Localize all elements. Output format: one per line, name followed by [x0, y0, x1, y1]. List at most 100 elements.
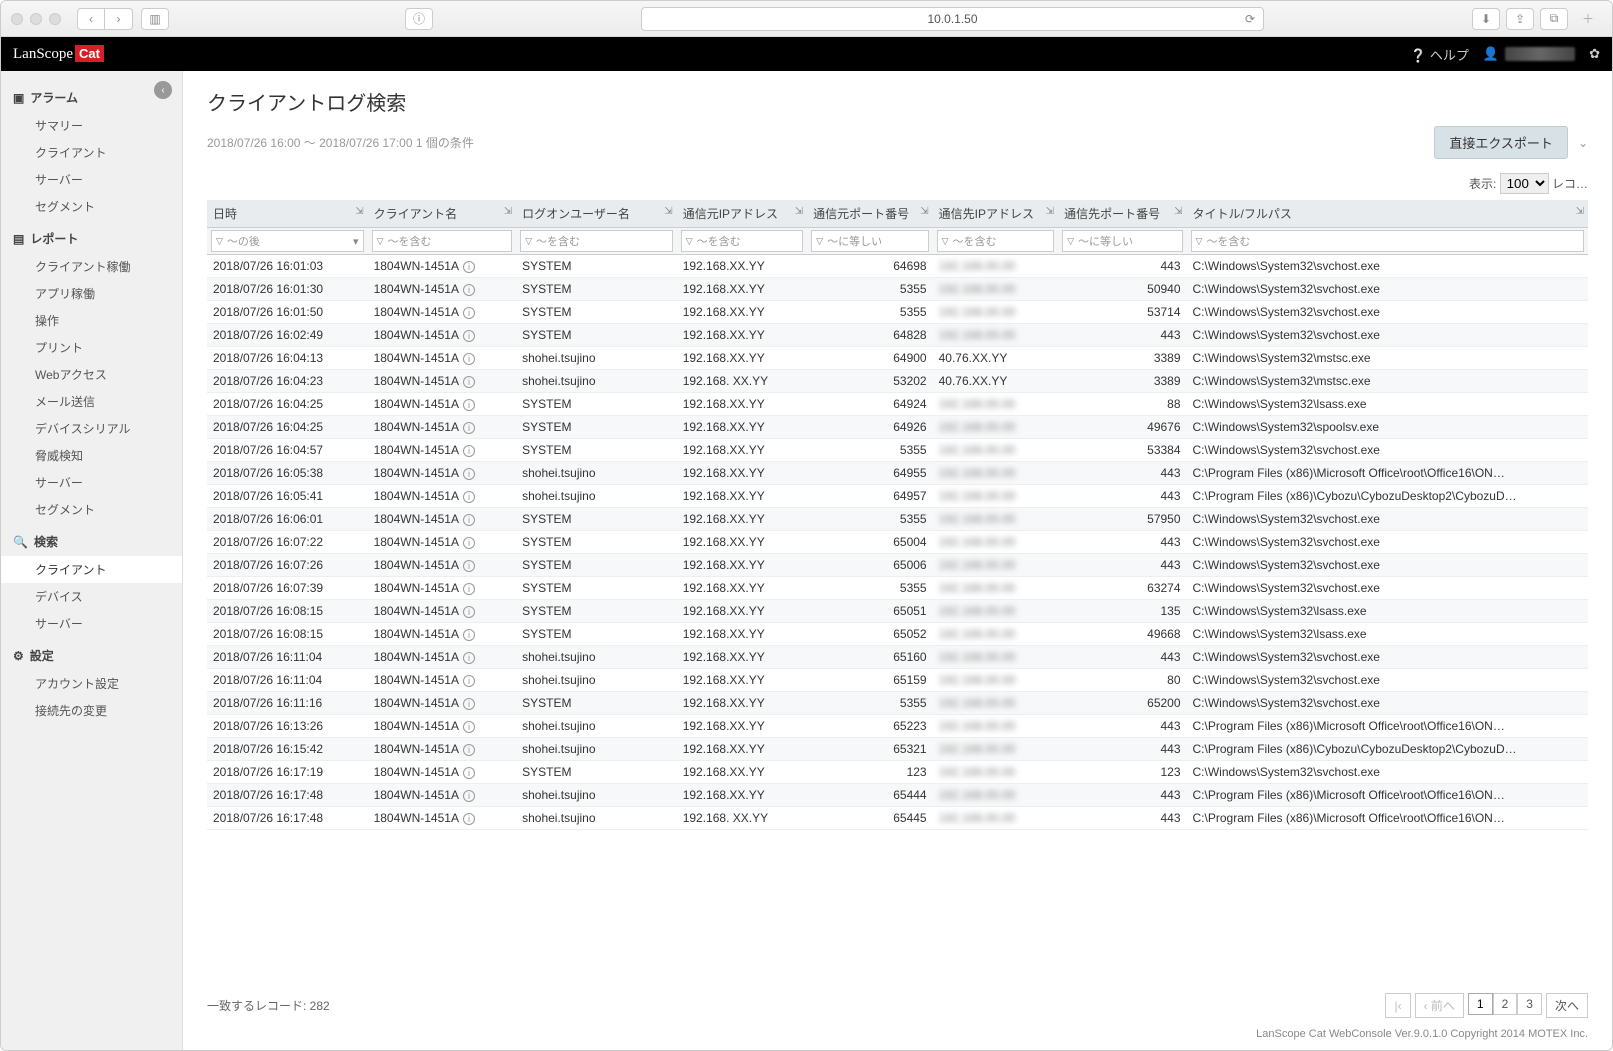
traffic-max[interactable] — [49, 13, 61, 25]
nav-item[interactable]: アプリ稼働 — [1, 280, 182, 307]
nav-item[interactable]: セグメント — [1, 496, 182, 523]
table-row[interactable]: 2018/07/26 16:07:221804WN-1451AiSYSTEM19… — [207, 531, 1588, 554]
info-icon[interactable]: i — [463, 744, 475, 756]
info-icon[interactable]: i — [463, 767, 475, 779]
column-header[interactable]: 通信先ポート番号⇲ — [1058, 200, 1186, 228]
nav-item[interactable]: クライアント — [1, 139, 182, 166]
info-icon[interactable]: i — [463, 399, 475, 411]
direct-export-button[interactable]: 直接エクスポート — [1434, 126, 1568, 159]
table-row[interactable]: 2018/07/26 16:17:481804WN-1451Aishohei.t… — [207, 807, 1588, 830]
download-button[interactable]: ⬇ — [1472, 8, 1500, 30]
column-filter[interactable]: ▽～を含む — [1187, 228, 1588, 255]
pin-icon[interactable]: ⇲ — [1174, 206, 1182, 217]
table-row[interactable]: 2018/07/26 16:13:261804WN-1451Aishohei.t… — [207, 715, 1588, 738]
column-header[interactable]: ログオンユーザー名⇲ — [516, 200, 677, 228]
nav-item[interactable]: サーバー — [1, 610, 182, 637]
info-icon[interactable]: i — [463, 445, 475, 457]
table-row[interactable]: 2018/07/26 16:11:041804WN-1451Aishohei.t… — [207, 646, 1588, 669]
table-row[interactable]: 2018/07/26 16:04:251804WN-1451AiSYSTEM19… — [207, 416, 1588, 439]
info-icon[interactable]: i — [463, 652, 475, 664]
column-filter[interactable]: ▽～を含む — [516, 228, 677, 255]
column-header[interactable]: 通信先IPアドレス⇲ — [933, 200, 1058, 228]
nav-item[interactable]: 脅威検知 — [1, 442, 182, 469]
table-row[interactable]: 2018/07/26 16:02:491804WN-1451AiSYSTEM19… — [207, 324, 1588, 347]
info-icon[interactable]: i — [463, 698, 475, 710]
nav-group-search[interactable]: 🔍検索 — [1, 527, 182, 556]
nav-item[interactable]: サマリー — [1, 112, 182, 139]
column-header[interactable]: 通信元IPアドレス⇲ — [677, 200, 807, 228]
column-header[interactable]: クライアント名⇲ — [368, 200, 517, 228]
info-icon[interactable]: i — [463, 629, 475, 641]
info-icon[interactable]: i — [463, 537, 475, 549]
info-icon[interactable]: i — [463, 468, 475, 480]
column-header[interactable]: タイトル/フルパス⇲ — [1187, 200, 1588, 228]
pin-icon[interactable]: ⇲ — [1576, 206, 1584, 217]
back-button[interactable]: ‹ — [77, 8, 105, 30]
pager-page[interactable]: 1 — [1468, 993, 1493, 1015]
info-icon[interactable]: i — [463, 261, 475, 273]
pin-icon[interactable]: ⇲ — [795, 206, 803, 217]
pager-next[interactable]: 次へ — [1546, 993, 1588, 1018]
table-row[interactable]: 2018/07/26 16:06:011804WN-1451AiSYSTEM19… — [207, 508, 1588, 531]
tabs-button[interactable]: ⧉ — [1540, 8, 1568, 30]
settings-gear-icon[interactable]: ✿ — [1589, 46, 1600, 62]
pager-first[interactable]: |‹ — [1385, 993, 1410, 1018]
table-row[interactable]: 2018/07/26 16:11:161804WN-1451AiSYSTEM19… — [207, 692, 1588, 715]
table-row[interactable]: 2018/07/26 16:05:411804WN-1451Aishohei.t… — [207, 485, 1588, 508]
table-row[interactable]: 2018/07/26 16:08:151804WN-1451AiSYSTEM19… — [207, 623, 1588, 646]
site-info-button[interactable]: ⓘ — [405, 8, 433, 30]
column-filter[interactable]: ▽～を含む — [677, 228, 807, 255]
nav-group-report[interactable]: ▤レポート — [1, 224, 182, 253]
pin-icon[interactable]: ⇲ — [504, 206, 512, 217]
nav-group-settings[interactable]: ⚙設定 — [1, 641, 182, 670]
table-row[interactable]: 2018/07/26 16:07:261804WN-1451AiSYSTEM19… — [207, 554, 1588, 577]
reload-icon[interactable]: ⟳ — [1245, 12, 1255, 26]
table-row[interactable]: 2018/07/26 16:11:041804WN-1451Aishohei.t… — [207, 669, 1588, 692]
nav-item[interactable]: 操作 — [1, 307, 182, 334]
forward-button[interactable]: › — [105, 8, 133, 30]
nav-item[interactable]: デバイス — [1, 583, 182, 610]
table-row[interactable]: 2018/07/26 16:17:191804WN-1451AiSYSTEM19… — [207, 761, 1588, 784]
nav-item[interactable]: クライアント — [1, 556, 182, 583]
table-row[interactable]: 2018/07/26 16:04:571804WN-1451AiSYSTEM19… — [207, 439, 1588, 462]
nav-item[interactable]: アカウント設定 — [1, 670, 182, 697]
table-row[interactable]: 2018/07/26 16:01:301804WN-1451AiSYSTEM19… — [207, 278, 1588, 301]
page-size-select[interactable]: 100 — [1500, 173, 1549, 194]
pin-icon[interactable]: ⇲ — [1046, 206, 1054, 217]
pager-prev[interactable]: ‹ 前へ — [1415, 993, 1464, 1018]
table-row[interactable]: 2018/07/26 16:17:481804WN-1451Aishohei.t… — [207, 784, 1588, 807]
nav-item[interactable]: クライアント稼働 — [1, 253, 182, 280]
pager-page[interactable]: 2 — [1493, 993, 1518, 1015]
user-menu[interactable]: 👤 — [1483, 46, 1575, 62]
info-icon[interactable]: i — [463, 790, 475, 802]
table-row[interactable]: 2018/07/26 16:01:501804WN-1451AiSYSTEM19… — [207, 301, 1588, 324]
nav-item[interactable]: デバイスシリアル — [1, 415, 182, 442]
sidebar-collapse-button[interactable]: ‹ — [154, 81, 172, 99]
info-icon[interactable]: i — [463, 675, 475, 687]
nav-item[interactable]: セグメント — [1, 193, 182, 220]
pager-page[interactable]: 3 — [1517, 993, 1542, 1015]
info-icon[interactable]: i — [463, 330, 475, 342]
nav-item[interactable]: サーバー — [1, 166, 182, 193]
column-filter[interactable]: ▽～の後 ▾ — [207, 228, 368, 255]
address-bar[interactable]: 10.0.1.50 ⟳ — [641, 7, 1264, 31]
pin-icon[interactable]: ⇲ — [355, 206, 363, 217]
column-filter[interactable]: ▽～に等しい — [1058, 228, 1186, 255]
pin-icon[interactable]: ⇲ — [920, 206, 928, 217]
table-row[interactable]: 2018/07/26 16:01:031804WN-1451AiSYSTEM19… — [207, 255, 1588, 278]
info-icon[interactable]: i — [463, 422, 475, 434]
nav-item[interactable]: プリント — [1, 334, 182, 361]
column-header[interactable]: 通信元ポート番号⇲ — [807, 200, 932, 228]
info-icon[interactable]: i — [463, 514, 475, 526]
table-row[interactable]: 2018/07/26 16:05:381804WN-1451Aishohei.t… — [207, 462, 1588, 485]
info-icon[interactable]: i — [463, 606, 475, 618]
column-filter[interactable]: ▽～を含む — [368, 228, 517, 255]
column-filter[interactable]: ▽～に等しい — [807, 228, 932, 255]
table-row[interactable]: 2018/07/26 16:04:231804WN-1451Aishohei.t… — [207, 370, 1588, 393]
info-icon[interactable]: i — [463, 813, 475, 825]
nav-item[interactable]: Webアクセス — [1, 361, 182, 388]
info-icon[interactable]: i — [463, 721, 475, 733]
nav-item[interactable]: メール送信 — [1, 388, 182, 415]
table-row[interactable]: 2018/07/26 16:08:151804WN-1451AiSYSTEM19… — [207, 600, 1588, 623]
info-icon[interactable]: i — [463, 307, 475, 319]
